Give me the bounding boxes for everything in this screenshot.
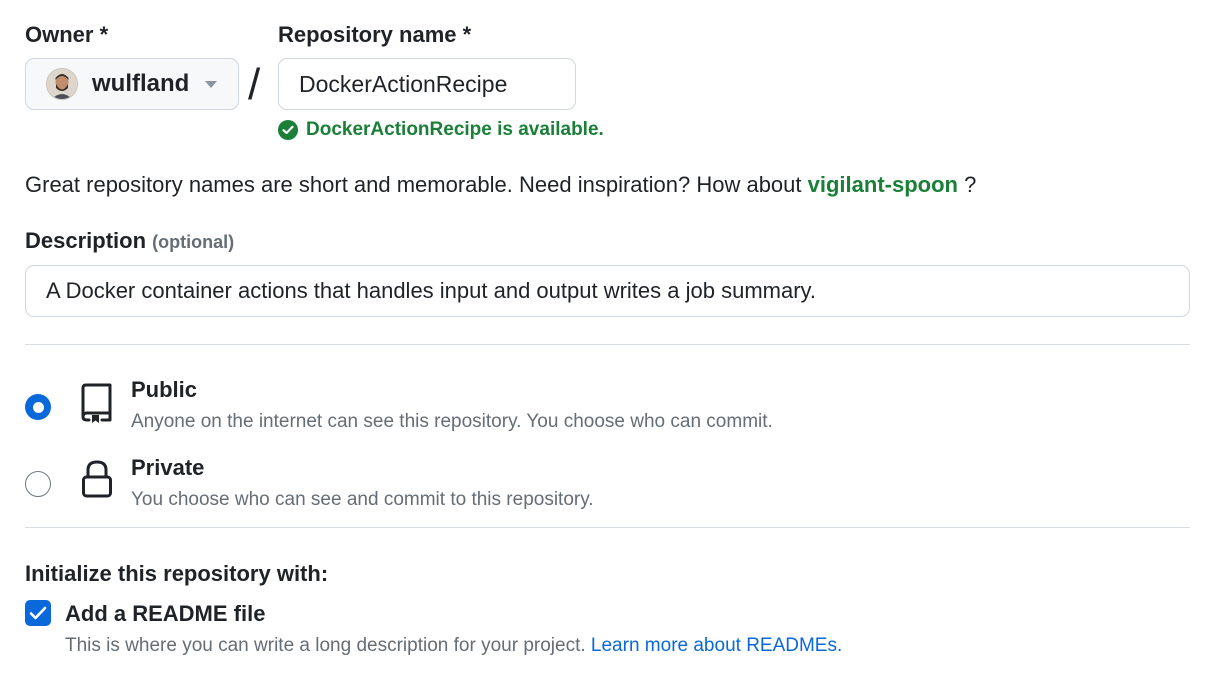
visibility-public-desc: Anyone on the internet can see this repo…	[131, 411, 773, 432]
chevron-down-icon	[205, 80, 218, 88]
add-readme-label: Add a README file	[65, 601, 266, 626]
learn-more-readmes-link[interactable]: Learn more about READMEs.	[591, 635, 842, 656]
owner-repo-separator: /	[248, 60, 261, 109]
description-input[interactable]	[25, 265, 1190, 317]
add-readme-checkbox[interactable]	[25, 600, 51, 626]
lock-icon	[78, 457, 116, 506]
avatar	[46, 68, 78, 100]
optional-hint: (optional)	[152, 232, 235, 252]
description-label-text: Description	[25, 228, 147, 253]
avatar-icon	[47, 69, 77, 99]
divider	[25, 344, 1190, 345]
checkmark-icon	[29, 606, 47, 620]
repo-icon	[78, 382, 116, 429]
visibility-public-title: Public	[131, 377, 198, 402]
visibility-public-radio[interactable]	[25, 394, 51, 420]
repository-name-label: Repository name *	[278, 22, 472, 47]
availability-message: DockerActionRecipe is available.	[278, 119, 604, 141]
availability-text: DockerActionRecipe is available.	[306, 119, 604, 140]
name-suggestion: Great repository names are short and mem…	[25, 172, 976, 198]
owner-dropdown[interactable]: wulfland	[25, 58, 239, 110]
repository-name-input[interactable]	[278, 58, 576, 110]
visibility-private-title: Private	[131, 455, 205, 480]
initialize-label: Initialize this repository with:	[25, 561, 329, 586]
suggestion-suffix: ?	[964, 172, 977, 197]
description-label: Description (optional)	[25, 228, 234, 254]
suggestion-link[interactable]: vigilant-spoon	[808, 172, 958, 197]
divider	[25, 527, 1190, 528]
owner-label: Owner *	[25, 22, 109, 47]
check-circle-icon	[278, 120, 298, 140]
visibility-private-radio[interactable]	[25, 471, 51, 497]
readme-description: This is where you can write a long descr…	[65, 635, 842, 657]
readme-desc-text: This is where you can write a long descr…	[65, 635, 586, 656]
visibility-private-desc: You choose who can see and commit to thi…	[131, 489, 594, 510]
suggestion-text: Great repository names are short and mem…	[25, 172, 802, 197]
owner-name: wulfland	[92, 70, 190, 97]
